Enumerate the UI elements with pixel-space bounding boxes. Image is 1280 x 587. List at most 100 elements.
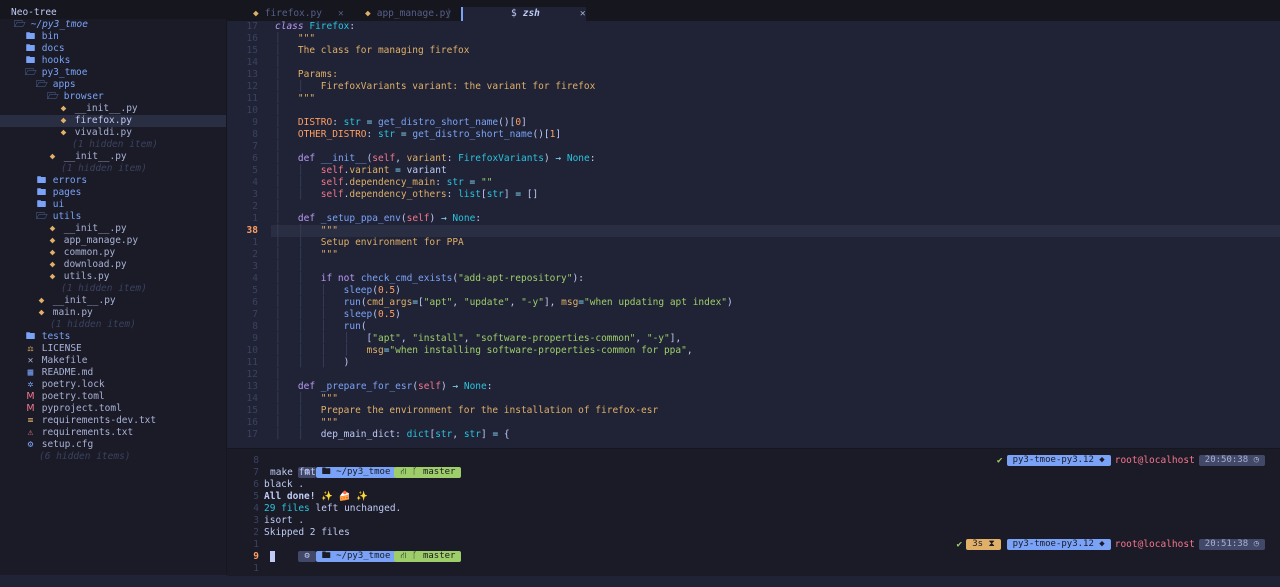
config-file-icon: ⚙	[27, 439, 34, 450]
code-line: │ │ """	[275, 249, 338, 260]
tree-item-label: app_manage.py	[63, 235, 139, 246]
close-icon[interactable]: ✕	[338, 8, 344, 19]
tree-file[interactable]: ▦ README.md	[0, 367, 226, 379]
tree-item-label: py3_tmoe	[41, 67, 88, 78]
tree-file[interactable]: ◆ firefox.py	[0, 115, 226, 127]
tree-file[interactable]: Ⅿ poetry.toml	[0, 391, 226, 403]
tree-folder[interactable]: 🖿 ui	[0, 199, 226, 211]
python-file-icon: ◆	[60, 127, 67, 138]
tree-file[interactable]: ◆ __init__.py	[0, 295, 226, 307]
folder-icon: 🖿	[25, 31, 36, 42]
code-line: │ │ │ │ msg="when installing software-pr…	[275, 345, 693, 356]
tab-app-manage-py[interactable]: ◆ app_manage.py	[351, 7, 451, 21]
tab-separator: |	[446, 8, 452, 19]
folder-icon: 🖿	[25, 43, 36, 54]
code-line: │ │	[275, 261, 304, 272]
tree-item-label: __init__.py	[63, 151, 127, 162]
python-file-icon: ◆	[365, 8, 371, 19]
terminal-icon: $	[511, 8, 517, 19]
prompt-line: ⚙ 🖿 ~/py3_tmoe ⛙ ᚴ master ✔ 3s ⧗ py3-tmoe-p…	[264, 539, 1280, 562]
line-number: 5	[252, 165, 258, 176]
time-label: 20:50:38	[1204, 455, 1249, 465]
tree-folder[interactable]: 🖿 bin	[0, 31, 226, 43]
terminal-input-line[interactable]	[264, 551, 1280, 563]
tree-folder[interactable]: 🖿 tests	[0, 331, 226, 343]
line-number: 6	[252, 153, 258, 164]
line-number: 5	[252, 285, 258, 296]
tree-hidden-items: (1 hidden item)	[0, 139, 226, 151]
tab-firefox-py[interactable]: ◆ firefox.py ✕	[239, 7, 344, 21]
code-line: │ │ """	[275, 393, 338, 404]
code-line: │ Params:	[275, 69, 338, 80]
tree-item-label: errors	[52, 175, 88, 186]
tree-file[interactable]: ◆ __init__.py	[0, 103, 226, 115]
tree-folder[interactable]: 🗁 ~/py3_tmoe	[0, 19, 226, 31]
tree-folder[interactable]: 🖿 docs	[0, 43, 226, 55]
code-line: │ def _setup_ppa_env(self) → None:	[275, 213, 482, 224]
line-number: 10	[246, 345, 258, 356]
tree-folder[interactable]: 🖿 pages	[0, 187, 226, 199]
tree-file[interactable]: ✕ Makefile	[0, 355, 226, 367]
line-number: 2	[252, 201, 258, 212]
terminal-output[interactable]: ⚙ 🖿 ~/py3_tmoe ⛙ ᚴ master ✔ py3-tmoe-py3.12…	[264, 455, 1280, 563]
hourglass-icon: ⧗	[988, 539, 995, 549]
code-editor[interactable]: 17 16 15 14 13 12 11 10 9 8 7 6 5 4 3 2 1 38 1 2 3 4 5 6 7 8 9 10 11…	[227, 21, 1280, 443]
tree-file[interactable]: ✲ poetry.lock	[0, 379, 226, 391]
python-file-icon: ◆	[38, 295, 45, 306]
tree-file[interactable]: ◆ download.py	[0, 259, 226, 271]
code-line: │	[275, 141, 281, 152]
terminal-pane[interactable]: 8765432191 ⚙ 🖿 ~/py3_tmoe ⛙ ᚴ master ✔ py3-…	[227, 448, 1280, 576]
line-number: 4	[252, 177, 258, 188]
tree-folder[interactable]: 🖿 errors	[0, 175, 226, 187]
files-rest: left unchanged.	[309, 503, 402, 514]
terminal-line-number: 8	[253, 455, 259, 466]
tree-folder[interactable]: 🖿 hooks	[0, 55, 226, 67]
code-line: │ │ dep_main_dict: dict[str, str] = {	[275, 429, 510, 440]
code-area[interactable]: class Firefox: │ """ │ The class for man…	[271, 21, 1280, 441]
tree-file[interactable]: ◆ app_manage.py	[0, 235, 226, 247]
tree-item-label: vivaldi.py	[74, 127, 132, 138]
tree-file[interactable]: ◆ common.py	[0, 247, 226, 259]
tree-hidden-items: (6 hidden items)	[0, 451, 226, 463]
tree-file[interactable]: ◆ main.py	[0, 307, 226, 319]
tree-hidden-items: (1 hidden item)	[0, 283, 226, 295]
tree-file[interactable]: Ⅿ pyproject.toml	[0, 403, 226, 415]
code-line: │ """	[275, 33, 316, 44]
tree-file[interactable]: ◆ __init__.py	[0, 223, 226, 235]
tree-item-label: apps	[52, 79, 76, 90]
terminal-line-number: 1	[253, 563, 259, 574]
code-line: │ │ """	[275, 417, 338, 428]
tree-folder[interactable]: 🗁 apps	[0, 79, 226, 91]
tree-item-label: utils	[52, 211, 82, 222]
line-number: 12	[246, 369, 258, 380]
tree-file[interactable]: ≡ requirements-dev.txt	[0, 415, 226, 427]
code-line: │ │ self.variant = variant	[275, 165, 447, 176]
tree-file[interactable]: ⚙ setup.cfg	[0, 439, 226, 451]
tree-item-label: docs	[41, 43, 65, 54]
close-icon[interactable]: ✕	[580, 8, 586, 19]
folder-open-icon: 🗁	[36, 79, 48, 90]
terminal-line-number: 7	[253, 467, 259, 478]
tree-file[interactable]: ◆ utils.py	[0, 271, 226, 283]
tree-item-label: common.py	[63, 247, 116, 258]
terminal-line: All done! ✨ 🍰 ✨	[264, 491, 369, 502]
python-file-icon: ◆	[49, 259, 56, 270]
tree-folder[interactable]: 🗁 browser	[0, 91, 226, 103]
tree-file[interactable]: ⚠ requirements.txt	[0, 427, 226, 439]
license-icon: ⚖	[27, 343, 34, 354]
code-line: class Firefox:	[275, 21, 356, 32]
tree-folder[interactable]: 🗁 py3_tmoe	[0, 67, 226, 79]
prompt-line: ⚙ 🖿 ~/py3_tmoe ⛙ ᚴ master ✔ py3-tmoe-py3.12…	[264, 455, 1280, 478]
tree-file[interactable]: ◆ __init__.py	[0, 151, 226, 163]
python-file-icon: ◆	[49, 271, 56, 282]
tab-zsh[interactable]: $ zsh ✕	[461, 7, 586, 21]
top-bar	[0, 0, 1280, 7]
tree-file[interactable]: ◆ vivaldi.py	[0, 127, 226, 139]
line-number: 9	[252, 117, 258, 128]
file-tree: 🗁 ~/py3_tmoe 🖿 bin 🖿 docs 🖿 hooks 🗁 py3_tmoe…	[0, 19, 226, 463]
tree-file[interactable]: ⚖ LICENSE	[0, 343, 226, 355]
terminal-line-number: 5	[253, 491, 259, 502]
requirements-icon: ⚠	[27, 427, 34, 438]
tree-folder[interactable]: 🗁 utils	[0, 211, 226, 223]
python-file-icon: ◆	[49, 247, 56, 258]
